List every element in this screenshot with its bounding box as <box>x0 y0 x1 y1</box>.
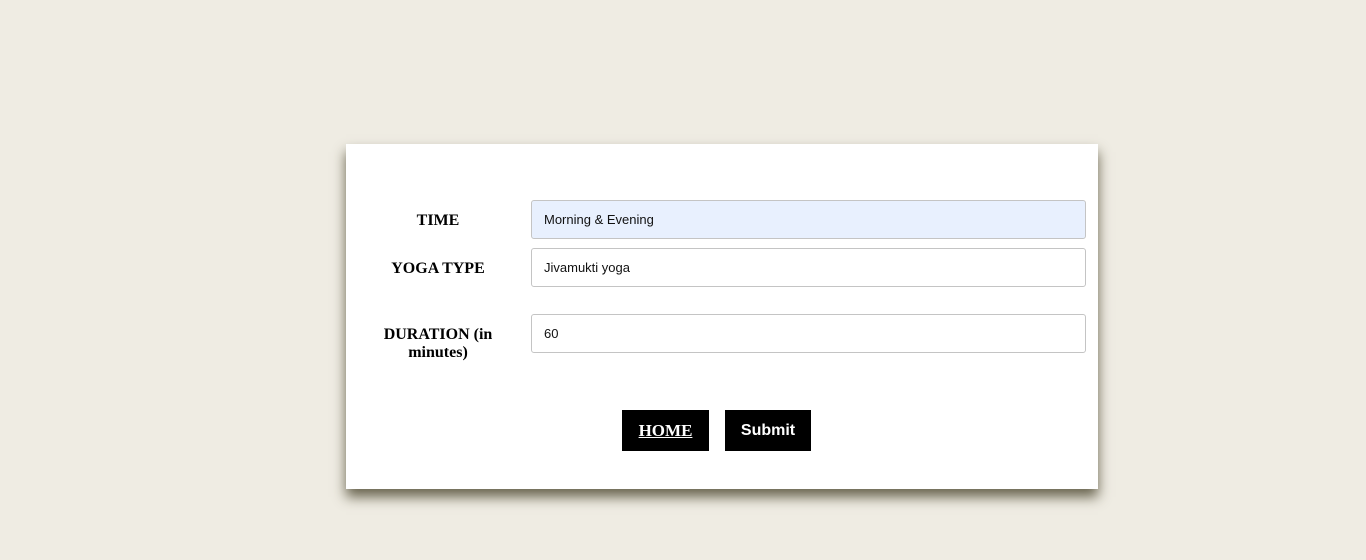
duration-label-line1: DURATION (in <box>383 326 493 343</box>
yoga-form-card: TIME YOGA TYPE DURATION (in minutes) HOM… <box>346 144 1098 489</box>
home-button[interactable]: HOME <box>622 410 709 451</box>
yoga-type-input[interactable] <box>531 248 1086 287</box>
duration-label: DURATION (in minutes) <box>368 326 508 362</box>
duration-label-line2: minutes) <box>408 344 468 361</box>
duration-input[interactable] <box>531 314 1086 353</box>
yoga-type-label: YOGA TYPE <box>391 260 485 277</box>
time-input[interactable] <box>531 200 1086 239</box>
submit-button[interactable]: Submit <box>725 410 811 451</box>
time-label: TIME <box>416 212 460 229</box>
